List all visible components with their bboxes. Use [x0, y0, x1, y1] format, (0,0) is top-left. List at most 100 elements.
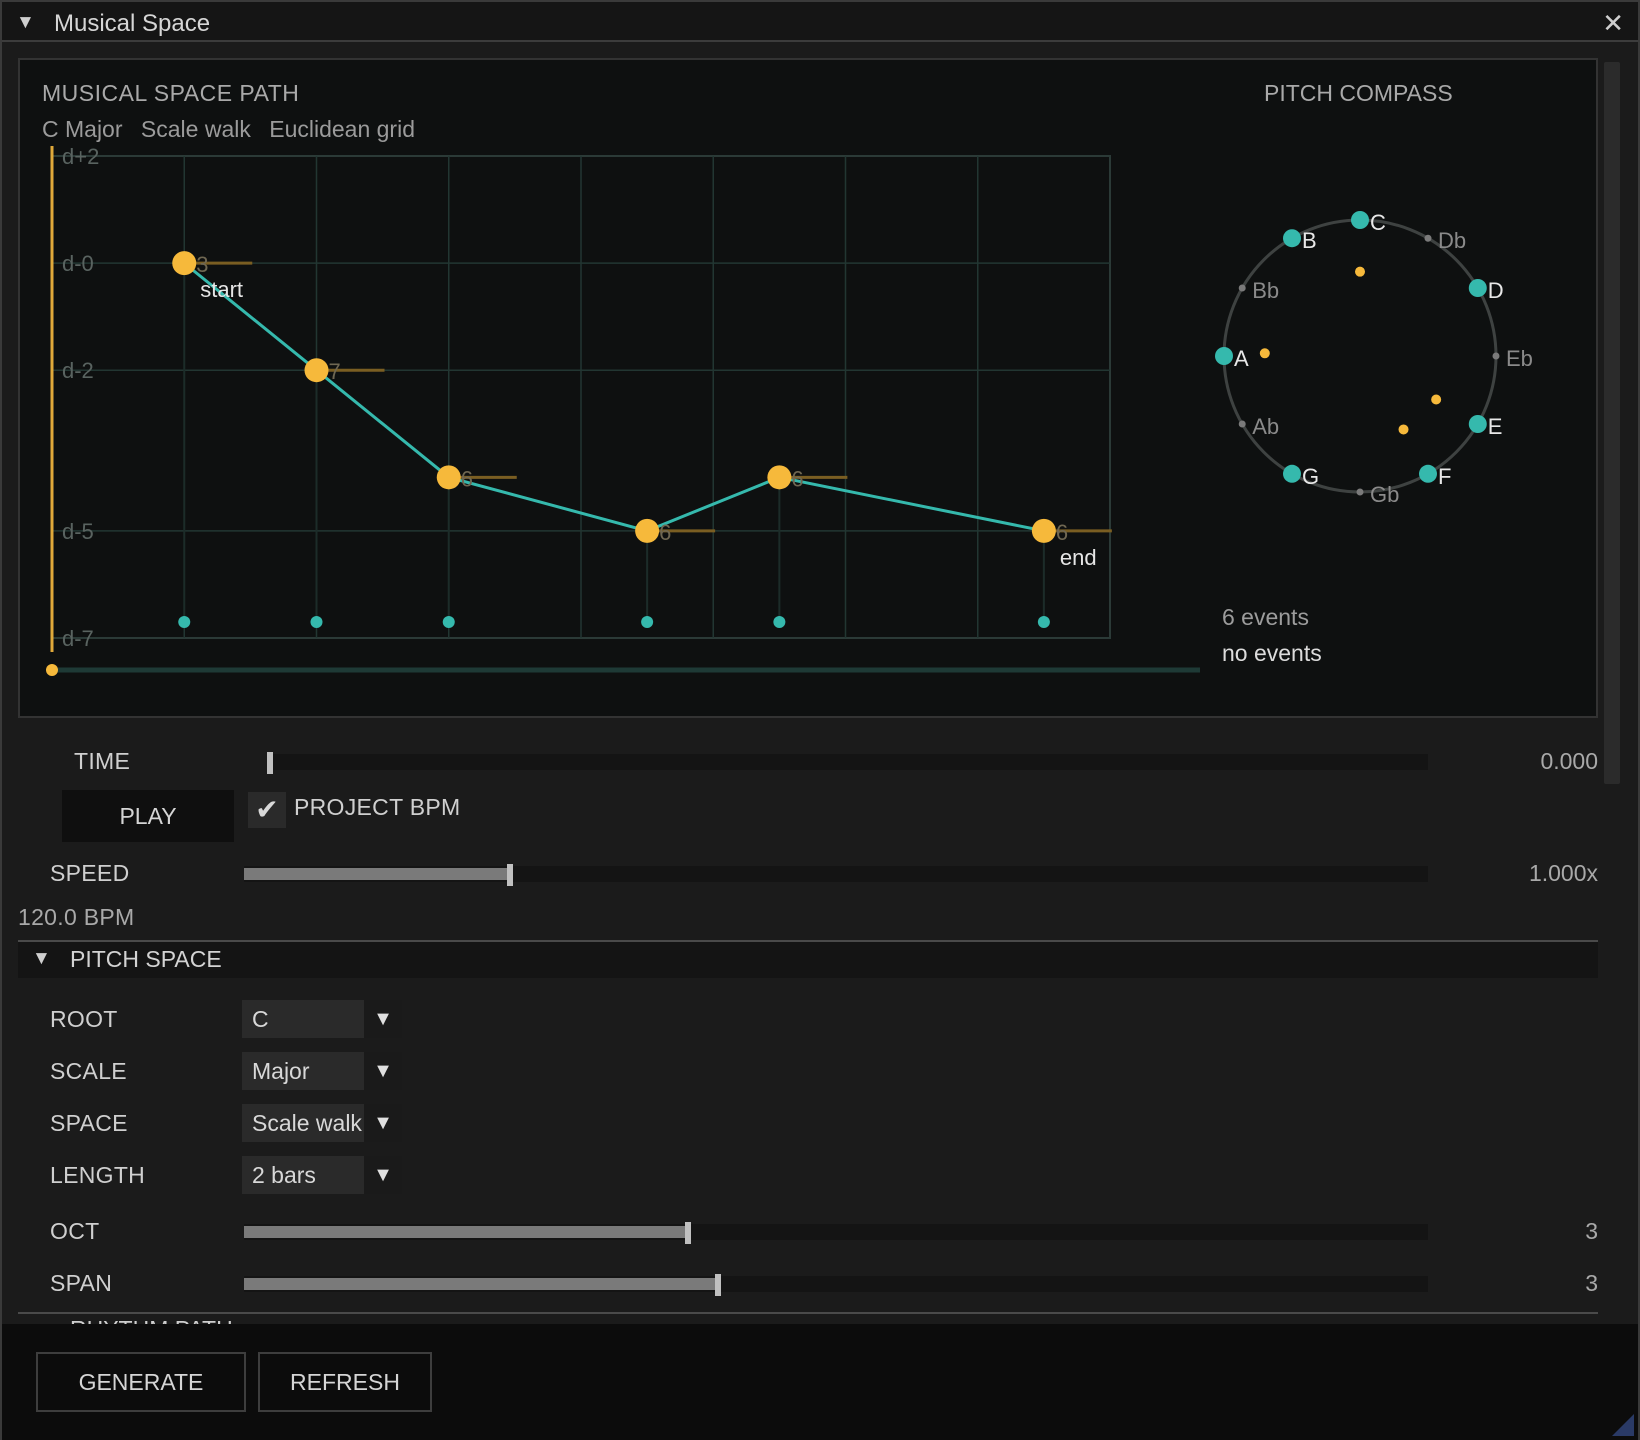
- note-point: [304, 358, 329, 383]
- collapse-section-icon[interactable]: ▼: [32, 948, 51, 970]
- compass-note-label: D: [1488, 278, 1504, 303]
- compass-note-label: F: [1438, 464, 1451, 489]
- compass-note-dot: [1468, 415, 1487, 433]
- dropdown-arrow-icon[interactable]: ▼: [364, 1156, 402, 1194]
- y-axis-tick-label: d-2: [62, 358, 94, 383]
- rhythm-hit-dot: [1037, 616, 1050, 628]
- oct-slider-thumb[interactable]: [685, 1222, 691, 1244]
- root-value: C: [252, 1006, 269, 1032]
- root-dropdown[interactable]: C ▼: [242, 1000, 402, 1038]
- compass-note-label: Gb: [1370, 482, 1399, 507]
- compass-note-dot: [1238, 420, 1246, 428]
- space-label: SPACE: [50, 1110, 128, 1136]
- compass-note-dot: [1424, 234, 1432, 242]
- note-point: [172, 251, 197, 276]
- musical-space-canvas[interactable]: MUSICAL SPACE PATH C Major Scale walk Eu…: [18, 58, 1598, 718]
- compass-note-label: E: [1488, 414, 1503, 439]
- pitch-space-title: PITCH SPACE: [70, 946, 222, 972]
- oct-value: 3: [1585, 1218, 1598, 1244]
- compass-note-label: B: [1302, 228, 1317, 253]
- compass-note-label: C: [1370, 210, 1386, 235]
- musical-space-window: ▼ Musical Space ✕ MUSICAL SPACE PATH C M…: [0, 0, 1640, 1440]
- speed-slider-thumb[interactable]: [507, 864, 513, 886]
- compass-note-dot: [1238, 284, 1246, 292]
- y-axis-tick-label: d-5: [62, 519, 94, 544]
- note-point: [635, 518, 660, 543]
- note-point: [767, 465, 792, 490]
- path-endpoint-label: end: [1060, 545, 1097, 570]
- time-slider[interactable]: [267, 752, 1428, 774]
- span-slider-thumb[interactable]: [715, 1274, 721, 1296]
- refresh-button[interactable]: REFRESH: [258, 1352, 432, 1412]
- oct-slider[interactable]: [244, 1222, 1428, 1244]
- scale-dropdown[interactable]: Major ▼: [242, 1052, 402, 1090]
- scale-value: Major: [252, 1058, 310, 1084]
- rhythm-path-header[interactable]: RHYTHM PATH: [18, 1316, 1598, 1324]
- note-point: [436, 465, 461, 490]
- path-endpoint-label: start: [200, 277, 243, 302]
- compass-note-label: G: [1302, 464, 1319, 489]
- rhythm-hit-dot: [178, 616, 191, 628]
- compass-note-label: Ab: [1252, 414, 1279, 439]
- note-value-label: 3: [196, 252, 208, 277]
- footer-bar: GENERATE REFRESH: [2, 1324, 1638, 1440]
- compass-note-label: Eb: [1506, 346, 1533, 371]
- rhythm-hit-dot: [773, 616, 786, 628]
- length-dropdown[interactable]: 2 bars ▼: [242, 1156, 402, 1194]
- path-plot[interactable]: d+2d-0d-2d-5d-73start76666end: [20, 60, 1200, 720]
- close-icon[interactable]: ✕: [1602, 8, 1624, 39]
- note-point: [1031, 518, 1056, 543]
- compass-event-dot: [1431, 394, 1442, 405]
- note-value-label: 6: [461, 466, 473, 491]
- compass-note-dot: [1215, 347, 1233, 365]
- timeline-marker: [46, 664, 58, 676]
- root-label: ROOT: [50, 1006, 118, 1032]
- compass-note-label: Db: [1438, 228, 1466, 253]
- compass-event-dot: [1259, 348, 1270, 359]
- rhythm-hit-dot: [310, 616, 323, 628]
- span-label: SPAN: [50, 1270, 113, 1296]
- span-slider[interactable]: [244, 1274, 1428, 1296]
- pitch-space-header[interactable]: ▼ PITCH SPACE: [18, 942, 1598, 978]
- oct-label: OCT: [50, 1218, 100, 1244]
- speed-label: SPEED: [50, 860, 130, 886]
- title-bar: ▼ Musical Space ✕: [2, 2, 1638, 42]
- dropdown-arrow-icon[interactable]: ▼: [364, 1000, 402, 1038]
- speed-slider[interactable]: [244, 864, 1428, 886]
- dropdown-arrow-icon[interactable]: ▼: [364, 1104, 402, 1142]
- play-button[interactable]: PLAY: [62, 790, 234, 842]
- rhythm-path-title: RHYTHM PATH: [70, 1316, 233, 1324]
- y-axis-tick-label: d-0: [62, 251, 94, 276]
- path-line: [183, 261, 1045, 533]
- space-dropdown[interactable]: Scale walk ▼: [242, 1104, 402, 1142]
- compass-note-dot: [1419, 464, 1437, 483]
- collapse-window-icon[interactable]: ▼: [16, 12, 35, 34]
- compass-event-dot: [1355, 266, 1365, 277]
- span-value: 3: [1585, 1270, 1598, 1296]
- note-value-label: 6: [659, 520, 671, 545]
- compass-note-dot: [1356, 488, 1364, 496]
- oct-slider-fill: [244, 1226, 688, 1238]
- y-axis-tick-label: d-7: [62, 626, 94, 651]
- span-slider-fill: [244, 1278, 718, 1290]
- compass-note-dot: [1492, 352, 1500, 360]
- resize-grip-icon[interactable]: [1612, 1414, 1634, 1436]
- y-axis-tick-label: d+2: [62, 144, 99, 169]
- compass-note-dot: [1468, 279, 1487, 297]
- compass-note-dot: [1283, 229, 1301, 248]
- generate-button[interactable]: GENERATE: [36, 1352, 246, 1412]
- compass-note-dot: [1283, 464, 1301, 483]
- section-divider: [18, 1312, 1598, 1314]
- project-bpm-checkbox[interactable]: ✔: [248, 792, 286, 828]
- dropdown-arrow-icon[interactable]: ▼: [364, 1052, 402, 1090]
- bpm-readout: 120.0 BPM: [18, 904, 135, 930]
- pitch-compass: C Db D Eb E F Gb G Ab A Bb B: [1215, 210, 1533, 507]
- vertical-scrollbar[interactable]: [1604, 62, 1620, 784]
- time-slider-thumb[interactable]: [267, 752, 273, 774]
- speed-value: 1.000x: [1528, 860, 1598, 886]
- rhythm-hit-dot: [641, 616, 654, 628]
- compass-event-dot: [1398, 424, 1409, 435]
- scale-label: SCALE: [50, 1058, 127, 1084]
- speed-slider-fill: [244, 868, 510, 880]
- window-title: Musical Space: [54, 10, 211, 37]
